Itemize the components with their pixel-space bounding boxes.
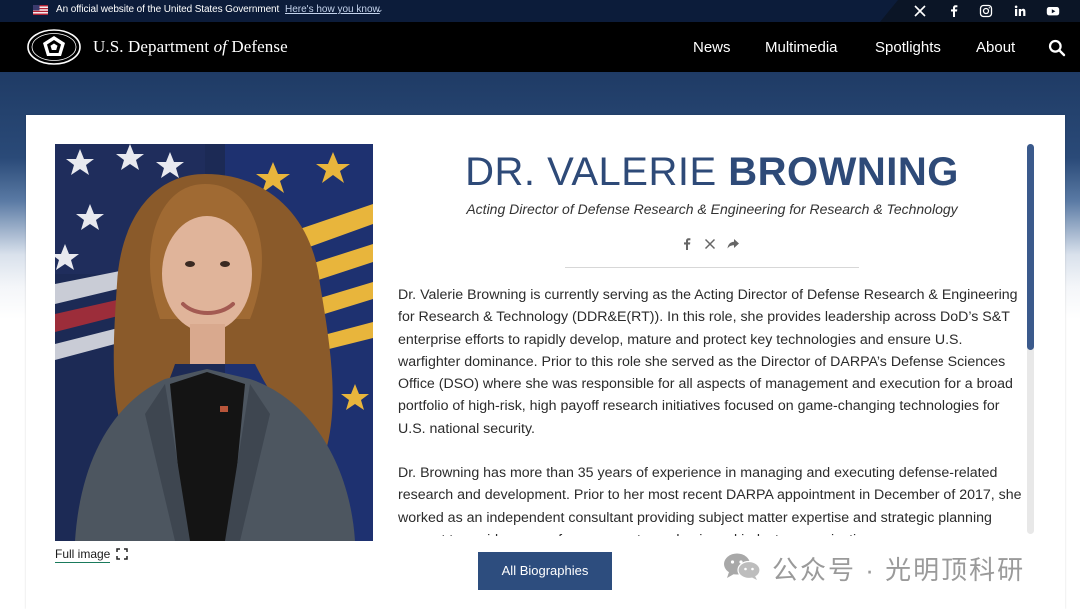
bio-paragraph: Dr. Valerie Browning is currently servin…: [398, 287, 1018, 437]
us-flag-icon: [33, 5, 48, 15]
search-icon[interactable]: [1048, 39, 1066, 57]
site-header: U.S. Department of Defense News Multimed…: [0, 22, 1080, 72]
full-image-link[interactable]: Full image: [55, 547, 111, 563]
facebook-share-icon[interactable]: [680, 237, 694, 251]
title-divider: [565, 267, 859, 268]
wechat-icon: [724, 553, 761, 580]
brand-text-of: of: [213, 37, 228, 56]
person-title: Acting Director of Defense Research & En…: [466, 201, 958, 217]
share-icon[interactable]: [726, 237, 740, 251]
nav-multimedia[interactable]: Multimedia: [765, 39, 838, 56]
brand-text-prefix: U.S. Department: [93, 37, 214, 56]
person-first-name: DR. VALERIE: [465, 150, 729, 194]
social-links: [880, 0, 1080, 22]
person-name: DR. VALERIE BROWNING: [398, 150, 1026, 195]
bio-paragraph: Dr. Browning has more than 35 years of e…: [398, 465, 1022, 536]
dod-seal-logo[interactable]: [26, 27, 82, 67]
official-website-text: An official website of the United States…: [56, 4, 280, 15]
x-icon[interactable]: [913, 4, 927, 18]
expand-icon[interactable]: [116, 548, 128, 560]
nav-about[interactable]: About: [976, 39, 1015, 56]
chevron-down-icon[interactable]: ⌄: [376, 4, 384, 15]
biography-scroll-area[interactable]: Dr. Valerie Browning is currently servin…: [398, 284, 1030, 536]
site-brand[interactable]: U.S. Department of Defense: [93, 37, 288, 57]
youtube-icon[interactable]: [1046, 4, 1060, 18]
facebook-icon[interactable]: [947, 4, 961, 18]
nav-spotlights[interactable]: Spotlights: [875, 39, 941, 56]
brand-text-suffix: Defense: [227, 37, 288, 56]
portrait-photo: [55, 144, 373, 541]
all-biographies-button[interactable]: All Biographies: [478, 552, 612, 590]
instagram-icon[interactable]: [979, 4, 993, 18]
nav-news[interactable]: News: [693, 39, 731, 56]
biography-text: Dr. Valerie Browning is currently servin…: [398, 284, 1028, 536]
watermark-text: 公众号 · 光明顶科研: [772, 555, 1026, 585]
scrollbar-thumb[interactable]: [1027, 144, 1034, 350]
x-share-icon[interactable]: [703, 237, 717, 251]
linkedin-icon[interactable]: [1013, 4, 1027, 18]
person-last-name: BROWNING: [728, 150, 959, 194]
heres-how-you-know-link[interactable]: Here's how you know: [285, 4, 380, 15]
